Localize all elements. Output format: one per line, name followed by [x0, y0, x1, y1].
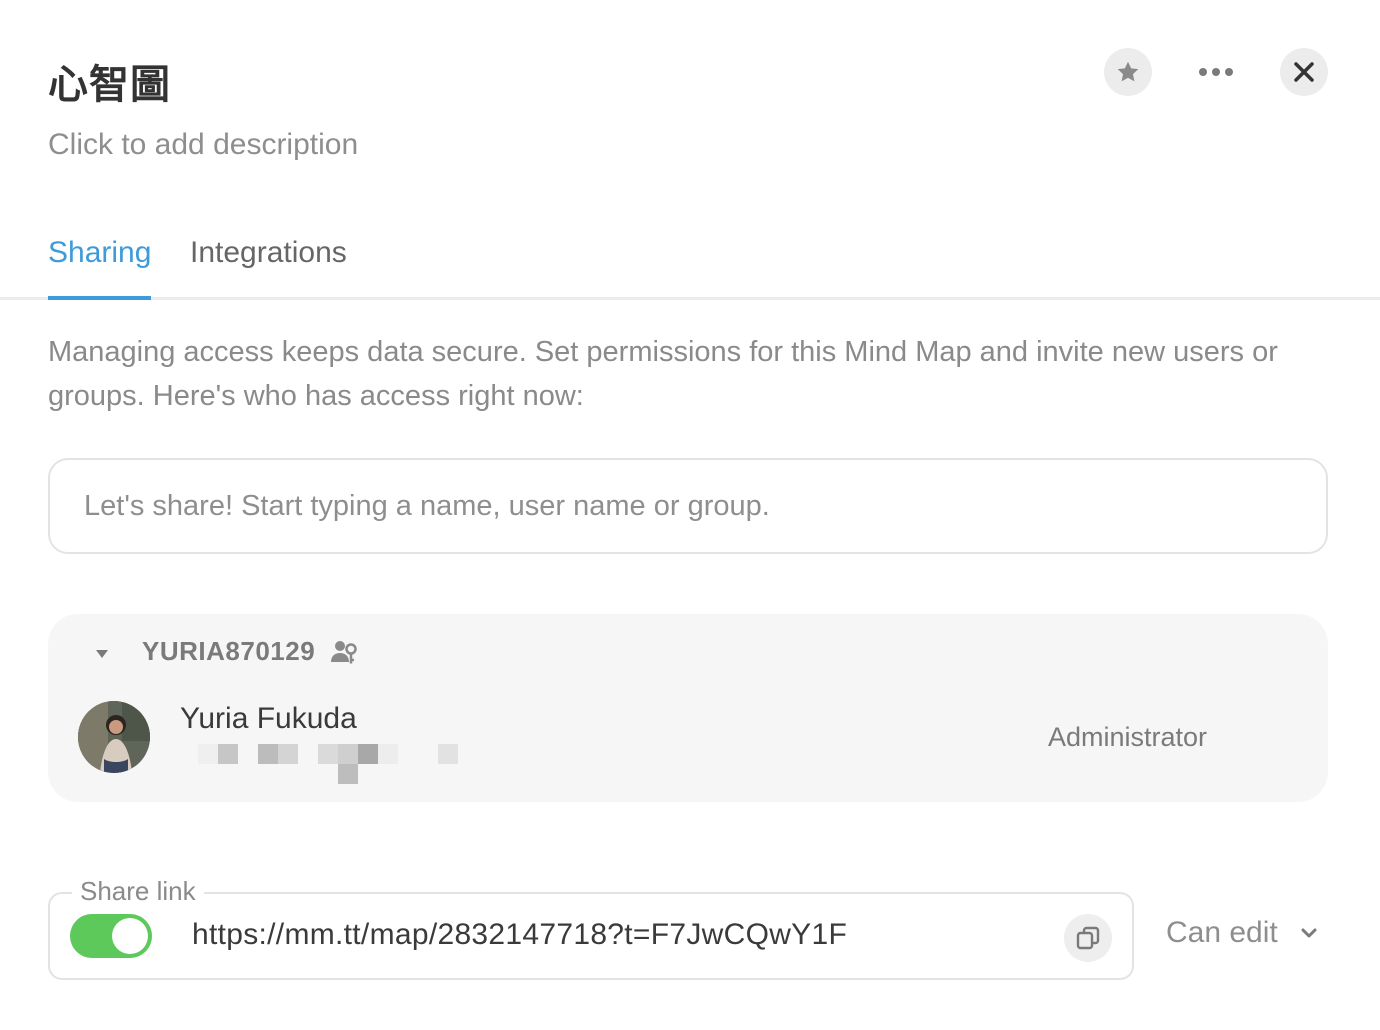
close-icon [1294, 62, 1314, 82]
share-link-toggle[interactable] [70, 914, 152, 958]
group-name: YURIA870129 [142, 636, 316, 666]
chevron-down-icon [1300, 923, 1320, 943]
page-title: 心智圖 [48, 62, 171, 108]
group-collapse-toggle[interactable] [92, 644, 112, 664]
share-link-url[interactable]: https://mm.tt/map/2832147718?t=F7JwCQwY1… [192, 918, 847, 952]
tab-sharing[interactable]: Sharing [48, 236, 152, 300]
share-link-box: https://mm.tt/map/2832147718?t=F7JwCQwY1… [48, 892, 1134, 980]
toggle-knob [112, 918, 148, 954]
link-permission-dropdown[interactable]: Can edit [1166, 916, 1320, 950]
favorite-button[interactable] [1104, 48, 1152, 96]
star-icon [1117, 61, 1139, 82]
access-group-card: YURIA870129 Yuria Fukuda Administrator [48, 614, 1328, 802]
avatar-photo [78, 701, 150, 773]
share-link-label: Share link [72, 876, 204, 907]
user-role: Administrator [1048, 722, 1208, 752]
copy-link-button[interactable] [1064, 914, 1112, 962]
description-field[interactable]: Click to add description [48, 128, 358, 162]
more-icon [1199, 68, 1233, 76]
tab-integrations[interactable]: Integrations [190, 236, 347, 292]
user-name: Yuria Fukuda [180, 702, 357, 735]
more-options-button[interactable] [1192, 48, 1240, 96]
sharing-info-text: Managing access keeps data secure. Set p… [48, 336, 1278, 412]
avatar [78, 701, 150, 773]
share-search-input[interactable] [48, 458, 1328, 554]
copy-icon [1076, 926, 1100, 950]
tab-bar: Sharing Integrations [0, 220, 1380, 300]
redacted-email [198, 744, 478, 788]
close-button[interactable] [1280, 48, 1328, 96]
link-permission-value: Can edit [1166, 916, 1278, 949]
caret-down-icon [96, 650, 108, 658]
group-admin-icon [331, 641, 357, 664]
